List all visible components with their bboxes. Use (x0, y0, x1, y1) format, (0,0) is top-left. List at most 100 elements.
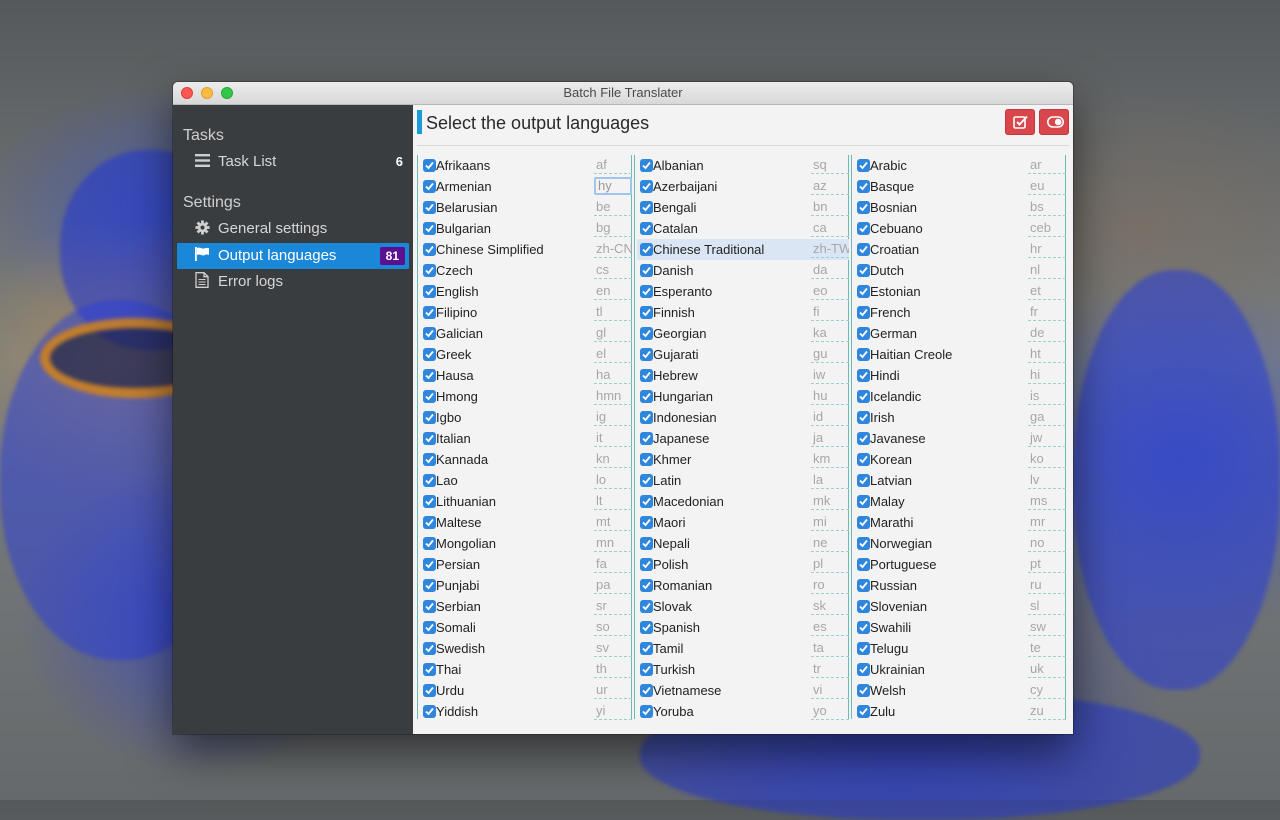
language-row[interactable]: Chinese Traditional zh-TW (637, 239, 849, 260)
language-checkbox[interactable] (423, 159, 436, 172)
language-checkbox[interactable] (857, 369, 870, 382)
language-checkbox[interactable] (640, 327, 653, 340)
zoom-window-button[interactable] (221, 87, 233, 99)
language-row[interactable]: Croatian hr (854, 239, 1066, 260)
language-row[interactable]: Italian it (420, 428, 632, 449)
language-checkbox[interactable] (857, 180, 870, 193)
language-row[interactable]: Spanish es (637, 617, 849, 638)
language-checkbox[interactable] (640, 243, 653, 256)
language-row[interactable]: Khmer km (637, 449, 849, 470)
language-code-field[interactable]: et (1028, 282, 1066, 300)
language-checkbox[interactable] (857, 705, 870, 718)
language-checkbox[interactable] (423, 579, 436, 592)
language-row[interactable]: Armenian hy (420, 176, 632, 197)
language-code-field[interactable]: nl (1028, 261, 1066, 279)
language-row[interactable]: Polish pl (637, 554, 849, 575)
language-row[interactable]: Hausa ha (420, 365, 632, 386)
language-code-field[interactable]: ht (1028, 345, 1066, 363)
language-row[interactable]: Yiddish yi (420, 701, 632, 722)
language-checkbox[interactable] (857, 642, 870, 655)
language-code-field[interactable]: bs (1028, 198, 1066, 216)
language-row[interactable]: Danish da (637, 260, 849, 281)
language-row[interactable]: Irish ga (854, 407, 1066, 428)
language-code-field[interactable]: lo (594, 471, 632, 489)
language-row[interactable]: Indonesian id (637, 407, 849, 428)
language-code-field[interactable]: iw (811, 366, 849, 384)
language-code-field[interactable]: tl (594, 303, 632, 321)
language-checkbox[interactable] (423, 600, 436, 613)
language-code-field[interactable]: hr (1028, 240, 1066, 258)
language-checkbox[interactable] (640, 663, 653, 676)
language-checkbox[interactable] (640, 411, 653, 424)
language-row[interactable]: Azerbaijani az (637, 176, 849, 197)
language-code-field[interactable]: sr (594, 597, 632, 615)
language-checkbox[interactable] (423, 621, 436, 634)
sidebar-item-general-settings[interactable]: General settings (177, 216, 409, 242)
language-row[interactable]: Bulgarian bg (420, 218, 632, 239)
language-code-field[interactable]: az (811, 177, 849, 195)
language-row[interactable]: Hebrew iw (637, 365, 849, 386)
language-row[interactable]: Kannada kn (420, 449, 632, 470)
language-row[interactable]: Finnish fi (637, 302, 849, 323)
language-row[interactable]: Lao lo (420, 470, 632, 491)
language-code-field[interactable]: ta (811, 639, 849, 657)
language-row[interactable]: Slovak sk (637, 596, 849, 617)
language-row[interactable]: Russian ru (854, 575, 1066, 596)
language-code-field[interactable]: zh-CN (594, 240, 632, 258)
language-code-field[interactable]: da (811, 261, 849, 279)
language-checkbox[interactable] (423, 285, 436, 298)
language-code-field[interactable]: ms (1028, 492, 1066, 510)
language-code-field[interactable]: pl (811, 555, 849, 573)
language-code-field[interactable]: uk (1028, 660, 1066, 678)
language-checkbox[interactable] (423, 348, 436, 361)
language-code-field[interactable]: mr (1028, 513, 1066, 531)
language-row[interactable]: Maori mi (637, 512, 849, 533)
language-code-field[interactable]: ka (811, 324, 849, 342)
language-checkbox[interactable] (640, 705, 653, 718)
language-row[interactable]: Hungarian hu (637, 386, 849, 407)
language-row[interactable]: Urdu ur (420, 680, 632, 701)
language-code-field[interactable]: ca (811, 219, 849, 237)
language-row[interactable]: Basque eu (854, 176, 1066, 197)
language-row[interactable]: Turkish tr (637, 659, 849, 680)
language-code-field[interactable]: ru (1028, 576, 1066, 594)
language-row[interactable]: Filipino tl (420, 302, 632, 323)
language-row[interactable]: Malay ms (854, 491, 1066, 512)
language-code-field[interactable]: fa (594, 555, 632, 573)
language-row[interactable]: Vietnamese vi (637, 680, 849, 701)
language-row[interactable]: Greek el (420, 344, 632, 365)
language-code-field[interactable]: it (594, 429, 632, 447)
language-code-field[interactable]: ne (811, 534, 849, 552)
language-checkbox[interactable] (423, 390, 436, 403)
language-code-field[interactable]: sk (811, 597, 849, 615)
language-code-field[interactable]: zh-TW (811, 240, 849, 258)
language-checkbox[interactable] (857, 495, 870, 508)
language-checkbox[interactable] (423, 264, 436, 277)
language-checkbox[interactable] (640, 222, 653, 235)
language-checkbox[interactable] (423, 327, 436, 340)
language-checkbox[interactable] (857, 348, 870, 361)
language-row[interactable]: Slovenian sl (854, 596, 1066, 617)
language-checkbox[interactable] (423, 663, 436, 676)
language-row[interactable]: Czech cs (420, 260, 632, 281)
language-row[interactable]: Yoruba yo (637, 701, 849, 722)
language-row[interactable]: Bosnian bs (854, 197, 1066, 218)
language-code-field[interactable]: ar (1028, 156, 1066, 174)
language-row[interactable]: Afrikaans af (420, 155, 632, 176)
language-row[interactable]: Mongolian mn (420, 533, 632, 554)
language-code-field[interactable]: bg (594, 219, 632, 237)
language-checkbox[interactable] (423, 516, 436, 529)
language-row[interactable]: Persian fa (420, 554, 632, 575)
language-checkbox[interactable] (640, 474, 653, 487)
language-row[interactable]: Albanian sq (637, 155, 849, 176)
language-code-field[interactable]: hy (594, 177, 632, 195)
language-code-field[interactable]: mn (594, 534, 632, 552)
language-row[interactable]: Catalan ca (637, 218, 849, 239)
language-row[interactable]: Romanian ro (637, 575, 849, 596)
language-row[interactable]: Marathi mr (854, 512, 1066, 533)
language-checkbox[interactable] (640, 201, 653, 214)
language-code-field[interactable]: th (594, 660, 632, 678)
language-checkbox[interactable] (857, 159, 870, 172)
sidebar-item-output-languages[interactable]: Output languages 81 (177, 243, 409, 269)
language-row[interactable]: Nepali ne (637, 533, 849, 554)
